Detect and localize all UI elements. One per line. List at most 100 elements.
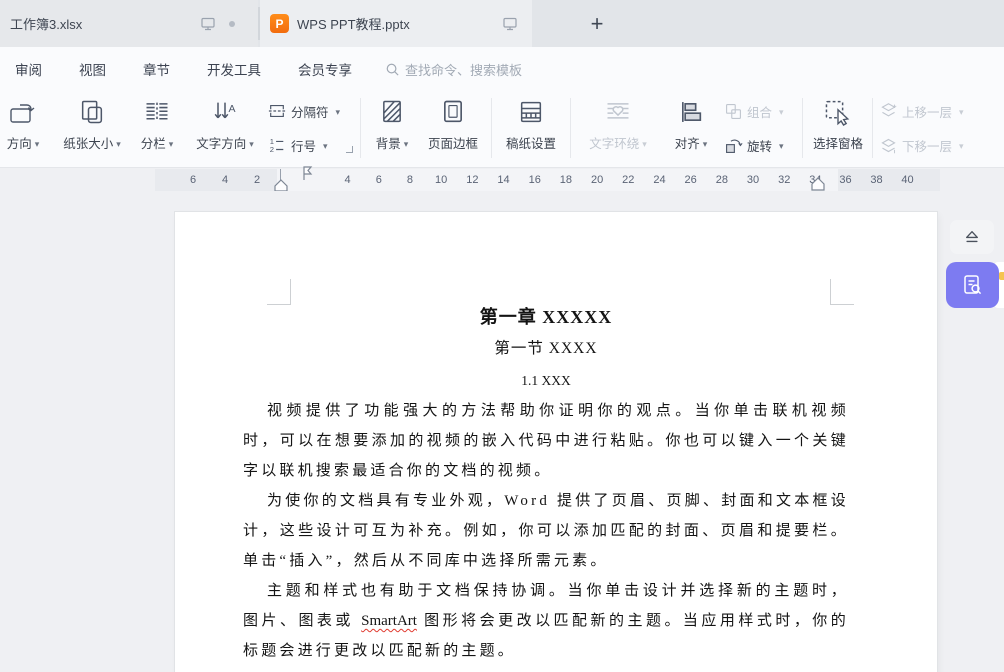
ribbon-divider	[491, 98, 492, 158]
chevron-down-icon	[776, 138, 784, 152]
monitor-icon	[200, 16, 216, 32]
button-label: 下移一层	[902, 136, 952, 155]
menu-bar: 审阅 视图 章节 开发工具 会员专享 查找命令、搜索模板	[0, 47, 1004, 90]
chevron-down-icon	[166, 136, 174, 150]
button-label: 页面边框	[428, 133, 478, 152]
chevron-down-icon	[776, 104, 784, 118]
section-heading: 第一节 XXXX	[243, 332, 849, 366]
ribbon-divider	[802, 98, 803, 158]
ruler-number: 22	[613, 169, 644, 191]
tab-wps-ppt-tutorial[interactable]: P WPS PPT教程.pptx	[260, 0, 532, 47]
ruler-number: 26	[675, 169, 706, 191]
command-search[interactable]: 查找命令、搜索模板	[385, 59, 522, 79]
paragraph: 为使你的文档具有专业外观，Word 提供了页眉、页脚、封面和文本框设计，这些设计…	[243, 486, 849, 576]
menu-item[interactable]: 章节	[143, 59, 170, 79]
menu-items: 审阅 视图 章节 开发工具 会员专享	[15, 59, 352, 79]
button-label: 对齐	[675, 133, 700, 152]
tab-title: 工作簿3.xlsx	[10, 14, 82, 33]
columns-button[interactable]: 分栏	[130, 94, 184, 152]
ruler-number: 14	[488, 169, 519, 191]
menu-item[interactable]: 视图	[79, 59, 106, 79]
document-search-icon	[961, 273, 985, 297]
ruler-number: 12	[457, 169, 488, 191]
page-orientation-icon	[6, 94, 40, 130]
ruler-number: 8	[394, 169, 425, 191]
bring-forward-icon	[879, 102, 898, 121]
line-numbers-button[interactable]: 1 2 行号	[267, 132, 328, 158]
first-line-indent-marker[interactable]	[300, 164, 314, 182]
button-label: 上移一层	[902, 102, 952, 121]
svg-text:2: 2	[270, 145, 274, 154]
ribbon-divider	[872, 98, 873, 158]
page-orientation-button[interactable]: 方向	[0, 94, 52, 152]
ruler-number: 2	[241, 169, 273, 191]
selection-pane-icon	[823, 94, 853, 130]
ruler-number: 40	[892, 169, 923, 191]
align-button[interactable]: 对齐	[664, 94, 718, 152]
ruler-number: 30	[737, 169, 768, 191]
tab-status-dot	[229, 21, 235, 27]
ruler-number: 20	[582, 169, 613, 191]
ribbon-divider	[360, 98, 361, 158]
document-find-button[interactable]	[946, 262, 999, 308]
paper-size-button[interactable]: 纸张大小	[54, 94, 130, 152]
collapse-toolbar-button[interactable]	[950, 220, 994, 254]
send-backward-button: 下移一层	[879, 132, 964, 158]
group-objects-icon	[724, 102, 743, 121]
chevron-down-icon	[32, 136, 40, 150]
chevron-down-icon	[639, 136, 647, 150]
page-background-button[interactable]: 背景	[366, 94, 418, 152]
text-direction-icon: A	[211, 94, 239, 130]
svg-text:A: A	[229, 103, 236, 115]
rotate-icon	[724, 136, 743, 155]
button-label: 分隔符	[291, 102, 329, 121]
ruler-number: 4	[332, 169, 363, 191]
button-label: 方向	[7, 133, 32, 152]
tab-title: WPS PPT教程.pptx	[297, 14, 410, 33]
text-direction-button[interactable]: A 文字方向	[186, 94, 264, 152]
document-body[interactable]: 第一章 XXXXX 第一节 XXXX 1.1 XXX 视频提供了功能强大的方法帮…	[243, 302, 849, 672]
ruler-number: 32	[769, 169, 800, 191]
tab-workbook3[interactable]: 工作簿3.xlsx	[0, 0, 258, 47]
document-canvas: 第一章 XXXXX 第一节 XXXX 1.1 XXX 视频提供了功能强大的方法帮…	[0, 191, 1004, 672]
align-objects-icon	[677, 94, 705, 130]
document-page[interactable]: 第一章 XXXXX 第一节 XXXX 1.1 XXX 视频提供了功能强大的方法帮…	[175, 212, 937, 672]
selection-pane-button[interactable]: 选择窗格	[806, 94, 870, 152]
menu-item[interactable]: 开发工具	[207, 59, 261, 79]
ribbon-toolbar: 方向 纸张大小 分栏 A 文字方向	[0, 90, 1004, 168]
paragraph-clipped: 使用样式库可以快速更改文档中文字的外观，还可以利用主题使文档呈现统一格式。	[243, 666, 849, 672]
new-tab-button[interactable]: +	[583, 10, 611, 38]
breaks-button[interactable]: 分隔符	[267, 98, 340, 124]
menu-item[interactable]: 会员专享	[298, 59, 352, 79]
paragraph: 主题和样式也有助于文档保持协调。当你单击设计并选择新的主题时，图片、图表或 Sm…	[243, 576, 849, 666]
rotate-button[interactable]: 旋转	[724, 132, 784, 158]
button-label: 稿纸设置	[506, 133, 556, 152]
paper-size-icon	[78, 94, 106, 130]
page-border-button[interactable]: 页面边框	[420, 94, 486, 152]
ruler-number: 36	[830, 169, 861, 191]
ruler-right-numbers: 363840	[830, 169, 923, 191]
ruler-number: 24	[644, 169, 675, 191]
ruler-number: 6	[363, 169, 394, 191]
text-wrap-button: 文字环绕	[578, 94, 658, 152]
eject-icon	[963, 229, 981, 245]
chevron-down-icon	[401, 136, 409, 150]
button-label: 纸张大小	[63, 133, 113, 152]
chevron-down-icon	[956, 138, 964, 152]
dialog-launcher-icon[interactable]	[346, 146, 353, 153]
page-background-icon	[378, 94, 406, 130]
chevron-down-icon	[246, 136, 254, 150]
ruler-number: 18	[550, 169, 581, 191]
button-label: 背景	[376, 133, 401, 152]
menu-item[interactable]: 审阅	[15, 59, 42, 79]
misspelled-word: SmartArt	[361, 613, 417, 629]
chapter-heading: 第一章 XXXXX	[243, 302, 849, 332]
button-label: 旋转	[747, 136, 772, 155]
window-tab-bar: 工作簿3.xlsx P WPS PPT教程.pptx +	[0, 0, 1004, 47]
button-label: 文字环绕	[589, 133, 639, 152]
manuscript-setup-button[interactable]: 稿纸设置	[497, 94, 565, 152]
send-backward-icon	[879, 136, 898, 155]
button-label: 分栏	[141, 133, 166, 152]
button-label: 选择窗格	[813, 133, 863, 152]
button-label: 行号	[291, 136, 316, 155]
